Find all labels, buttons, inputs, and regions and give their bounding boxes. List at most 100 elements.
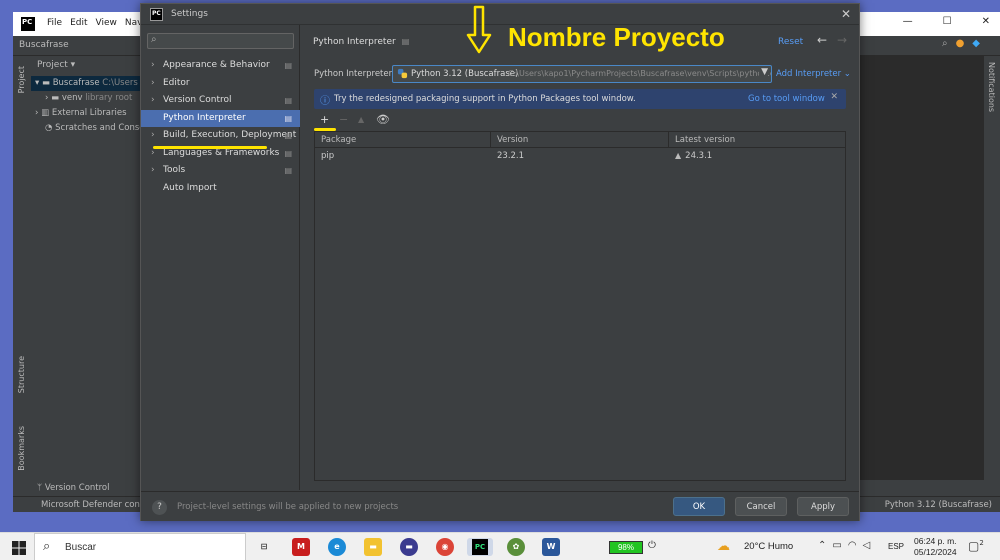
edge-icon[interactable]: e [328,538,346,556]
python-icon [397,68,408,79]
close-banner-icon[interactable]: ✕ [830,92,838,102]
pycharm-logo-icon: PC [150,8,163,21]
close-icon[interactable]: ✕ [982,16,990,27]
weather-icon: ☁ [717,539,730,554]
structure-tool-tab[interactable]: Structure [17,356,26,393]
nav-item-python-interpreter[interactable]: Python Interpreter ▤ [141,109,300,127]
cancel-button[interactable]: Cancel [735,497,787,516]
menu-file[interactable]: File [47,18,62,28]
project-config-icon: ▤ [284,61,292,70]
upgrade-arrow-icon: ▲ [675,151,682,160]
interpreter-name: Python 3.12 (Buscafrase) [411,69,519,79]
ok-button[interactable]: OK [673,497,725,516]
settings-sidebar: ⌕ › Appearance & Behavior ▤ › Editor › V… [141,25,300,490]
task-view-icon[interactable]: ⊟ [255,538,273,556]
nav-item-editor[interactable]: › Editor [141,75,300,93]
help-icon[interactable]: ? [152,500,167,515]
dialog-title: Settings [171,9,208,19]
close-icon[interactable]: ✕ [841,7,851,21]
tree-item[interactable]: ▾ ▬ Buscafrase C:\Users [31,76,143,91]
interpreter-label: Python Interpreter: [314,69,395,79]
back-arrow-icon[interactable]: ← [817,33,827,47]
nav-item-build-execution-deployment[interactable]: › Build, Execution, Deployment ▤ [141,127,300,145]
version-control-tab[interactable]: ᛘ Version Control [37,483,110,493]
packaging-banner: ⓘ Try the redesigned packaging support i… [314,89,846,109]
tree-item[interactable]: › ▬ venv library root [31,91,143,106]
table-row[interactable]: pip 23.2.1 ▲ 24.3.1 [315,148,845,164]
mcafee-icon[interactable]: M [292,538,310,556]
project-panel-header[interactable]: Project ▾ [31,56,143,76]
pycharm-logo-icon: PC [21,17,35,31]
chevron-up-icon[interactable]: ⌃ [818,540,826,551]
add-package-icon[interactable]: + [320,113,329,126]
eye-icon[interactable]: 👁 [376,113,390,126]
column-header-package[interactable]: Package [315,132,491,147]
reset-link[interactable]: Reset [778,37,803,47]
tree-item[interactable]: › ▥ External Libraries [31,106,143,121]
network-icon[interactable]: ▭ [832,540,841,551]
chevron-right-icon: › [151,95,155,105]
notifications-tool-tab[interactable]: Notifications [987,62,996,112]
breadcrumb[interactable]: Buscafrase [19,40,69,50]
packages-toolbar: + − ▲ 👁 [314,113,614,129]
ide-toolbar: ⌕ ● ◆ [942,38,980,49]
tree-item[interactable]: ◔ Scratches and Conso [31,121,143,136]
maximize-icon[interactable]: ☐ [943,16,952,27]
settings-content: Python Interpreter ▤ Reset ← → Python Int… [301,25,859,490]
upgrade-package-icon[interactable]: ▲ [358,115,364,124]
update-icon[interactable]: ● [956,38,965,49]
ide-window-controls: — ☐ ✕ [903,16,990,27]
chevron-right-icon: › [151,77,155,88]
chrome-icon[interactable]: ◉ [436,538,454,556]
notifications-icon[interactable]: ▢2 [968,539,984,553]
apply-button[interactable]: Apply [797,497,849,516]
menu-view[interactable]: View [96,18,117,28]
weather-text[interactable]: 20°C Humo [744,541,793,552]
package-latest: ▲ 24.3.1 [675,151,713,161]
column-header-version[interactable]: Version [491,132,669,147]
media-player-icon[interactable]: ▬ [400,538,418,556]
settings-search-input[interactable]: ⌕ [147,33,294,49]
project-config-icon: ▤ [284,113,292,123]
banner-message: Try the redesigned packaging support in … [334,94,636,104]
word-icon[interactable]: W [542,538,560,556]
minimize-icon[interactable]: — [903,16,913,27]
menu-edit[interactable]: Edit [70,18,87,28]
nav-item-tools[interactable]: › Tools ▤ [141,162,300,180]
bookmarks-tool-tab[interactable]: Bookmarks [17,426,26,471]
go-to-tool-window-link[interactable]: Go to tool window [748,94,825,104]
remove-package-icon[interactable]: − [339,113,348,126]
status-message[interactable]: Microsoft Defender confi [41,500,145,510]
volume-icon[interactable]: ◁ [863,540,871,551]
taskbar-clock[interactable]: 06:24 p. m. 05/12/2024 [914,536,957,558]
project-config-icon: ▤ [284,148,292,158]
nav-item-version-control[interactable]: › Version Control ▤ [141,92,300,110]
windows-taskbar: ⌕ Buscar ⊟ M e ▬ ▬ ◉ PC ✿ W 98% ⏻ ☁ 20°C… [0,532,1000,560]
language-indicator[interactable]: ESP [888,542,904,551]
nav-item-appearance-behavior[interactable]: › Appearance & Behavior ▤ [141,57,300,75]
file-explorer-icon[interactable]: ▬ [364,538,382,556]
search-everywhere-icon[interactable]: ⌕ [942,38,948,49]
pycharm-taskbar-icon[interactable]: PC [467,538,493,556]
app-icon[interactable]: ✿ [507,538,525,556]
windows-start-icon[interactable] [12,541,26,555]
interpreter-row: Python Interpreter: Python 3.12 (Buscafr… [314,65,854,85]
system-tray: ⌃ ▭ ◠ ◁ [818,540,870,551]
left-tool-strip: Project Structure Bookmarks [13,56,31,486]
wifi-icon[interactable]: ◠ [848,540,857,551]
taskbar-search[interactable]: ⌕ Buscar [34,533,246,560]
footer-message: Project-level settings will be applied t… [177,502,399,512]
packages-table: Package Version Latest version pip 23.2.… [314,131,846,481]
interpreter-status[interactable]: Python 3.12 (Buscafrase) [885,500,992,510]
forward-arrow-icon[interactable]: → [837,33,847,47]
table-header: Package Version Latest version [315,132,845,148]
nav-item-auto-import[interactable]: Auto Import [141,180,300,198]
battery-indicator[interactable]: 98% [609,541,643,554]
interpreter-select[interactable]: Python 3.12 (Buscafrase) C:\Users\kapo1\… [392,65,772,83]
add-interpreter-link[interactable]: Add Interpreter ⌄ [776,69,851,79]
project-tool-tab[interactable]: Project [17,66,26,93]
dialog-footer: ? Project-level settings will be applied… [141,491,859,521]
jetbrains-icon[interactable]: ◆ [972,38,980,49]
settings-nav: › Appearance & Behavior ▤ › Editor › Ver… [141,57,300,197]
column-header-latest-version[interactable]: Latest version [669,132,845,147]
